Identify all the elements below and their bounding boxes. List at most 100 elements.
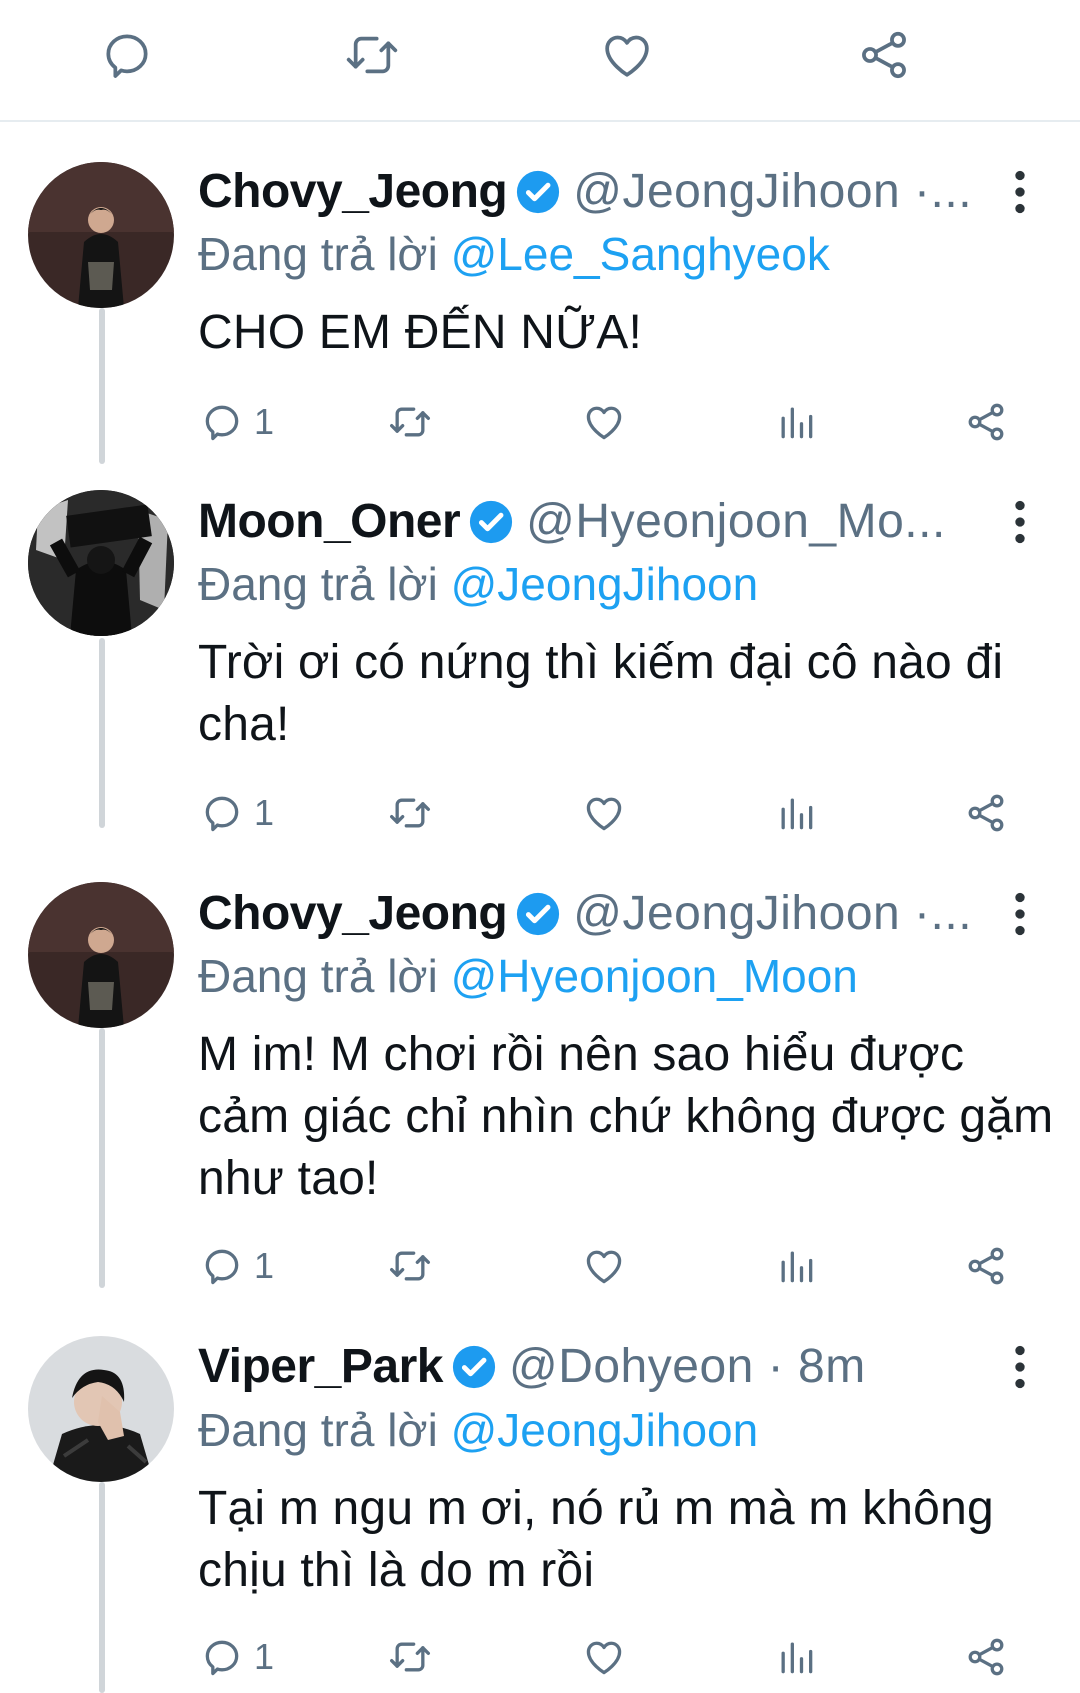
tweet-action-bar: 1 [198,1627,1038,1687]
share-icon [968,1638,1004,1676]
like-icon [586,1250,622,1284]
avatar-photo [28,162,174,308]
reply-button[interactable]: 1 [200,392,274,452]
tweet-text: Trời ơi có nứng thì kiếm đại cô nào đi c… [198,636,1004,751]
retweet-icon [346,36,398,74]
replying-to-handle[interactable]: @Hyeonjoon_Moon [451,950,858,1002]
replying-to-label: Đang trả lời [198,1404,451,1456]
display-name[interactable]: Chovy_Jeong [198,162,508,222]
retweet-icon [390,407,430,437]
verified-badge-icon [470,500,513,544]
retweet-button[interactable] [388,1236,432,1296]
reply-button[interactable]: 1 [200,1627,274,1687]
avatar[interactable] [28,1336,174,1482]
focused-tweet-action-bar [0,0,1080,122]
avatar[interactable] [28,882,174,1028]
reply-icon [106,34,148,78]
avatar[interactable] [28,490,174,636]
analytics-button[interactable] [774,1627,818,1687]
user-handle[interactable]: @Hyeonjoon_Mo... [526,492,946,552]
more-options-button[interactable] [1000,884,1040,944]
like-button[interactable] [594,22,660,88]
reply-count: 1 [254,1636,275,1677]
like-button[interactable] [582,1627,626,1687]
more-options-button[interactable] [1000,492,1040,552]
tweet-text: M im! M chơi rồi nên sao hiểu được cảm g… [198,1028,1054,1205]
analytics-button[interactable] [774,1236,818,1296]
like-icon [605,35,649,77]
avatar-photo [28,882,174,1028]
tweet-text: Tại m ngu m ơi, nó rủ m mà m không chịu … [198,1482,994,1597]
share-button[interactable] [964,392,1008,452]
like-icon [586,406,622,440]
replying-to-handle[interactable]: @JeongJihoon [451,1404,759,1456]
display-name[interactable]: Viper_Park [198,1337,443,1397]
verified-badge-icon [517,170,560,214]
tweet-action-bar: 1 [198,1236,1038,1296]
tweet-action-bar: 1 [198,783,1038,843]
retweet-button[interactable] [388,783,432,843]
avatar-photo [28,1336,174,1482]
share-icon [968,403,1004,441]
analytics-icon [781,1251,813,1283]
reply-icon [205,1249,239,1285]
user-handle[interactable]: @JeongJihoon ·... [573,884,972,944]
tweet-text: CHO EM ĐẾN NỮA! [198,306,643,359]
retweet-button[interactable] [339,22,405,88]
analytics-button[interactable] [774,392,818,452]
reply-icon [205,796,239,832]
like-icon [586,1641,622,1675]
reply-icon [205,405,239,441]
like-button[interactable] [582,392,626,452]
replying-to-label: Đang trả lời [198,558,451,610]
replying-to-handle[interactable]: @JeongJihoon [451,558,759,610]
analytics-button[interactable] [774,783,818,843]
display-name[interactable]: Chovy_Jeong [198,884,508,944]
like-button[interactable] [582,1236,626,1296]
replying-to-label: Đang trả lời [198,950,451,1002]
retweet-icon [390,1251,430,1281]
reply-button[interactable] [94,22,160,88]
more-options-button[interactable] [1000,162,1040,222]
reply-icon [205,1640,239,1676]
user-handle[interactable]: @Dohyeon · 8m [509,1337,866,1397]
replying-to: Đang trả lời @Lee_Sanghyeok [198,224,1040,284]
analytics-icon [781,798,813,830]
avatar-photo [28,490,174,636]
like-icon [586,797,622,831]
reply-button[interactable]: 1 [200,1236,274,1296]
share-button[interactable] [964,1236,1008,1296]
like-button[interactable] [582,783,626,843]
user-handle[interactable]: @JeongJihoon ·... [573,162,972,222]
replying-to-label: Đang trả lời [198,228,451,280]
reply-count: 1 [254,792,275,833]
more-vertical-icon [1015,1345,1025,1389]
share-button[interactable] [964,1627,1008,1687]
thread-connector [99,638,105,828]
thread-connector [99,1482,105,1693]
more-options-button[interactable] [1000,1337,1040,1397]
replying-to: Đang trả lời @JeongJihoon [198,1400,1040,1460]
reply-button[interactable]: 1 [200,783,274,843]
more-vertical-icon [1015,170,1025,214]
thread-connector [99,1028,105,1288]
avatar[interactable] [28,162,174,308]
thread-connector [99,308,105,464]
retweet-button[interactable] [388,1627,432,1687]
replying-to: Đang trả lời @JeongJihoon [198,554,1040,614]
verified-badge-icon [452,1345,496,1389]
retweet-icon [390,1642,430,1672]
replying-to: Đang trả lời @Hyeonjoon_Moon [198,946,1040,1006]
replying-to-handle[interactable]: @Lee_Sanghyeok [451,228,830,280]
analytics-icon [781,407,813,439]
analytics-icon [781,1642,813,1674]
display-name[interactable]: Moon_Oner [198,492,461,552]
more-vertical-icon [1015,500,1025,544]
share-icon [968,794,1004,832]
share-button[interactable] [851,22,917,88]
share-icon [968,1247,1004,1285]
retweet-button[interactable] [388,392,432,452]
share-button[interactable] [964,783,1008,843]
more-vertical-icon [1015,892,1025,936]
share-icon [862,31,906,79]
